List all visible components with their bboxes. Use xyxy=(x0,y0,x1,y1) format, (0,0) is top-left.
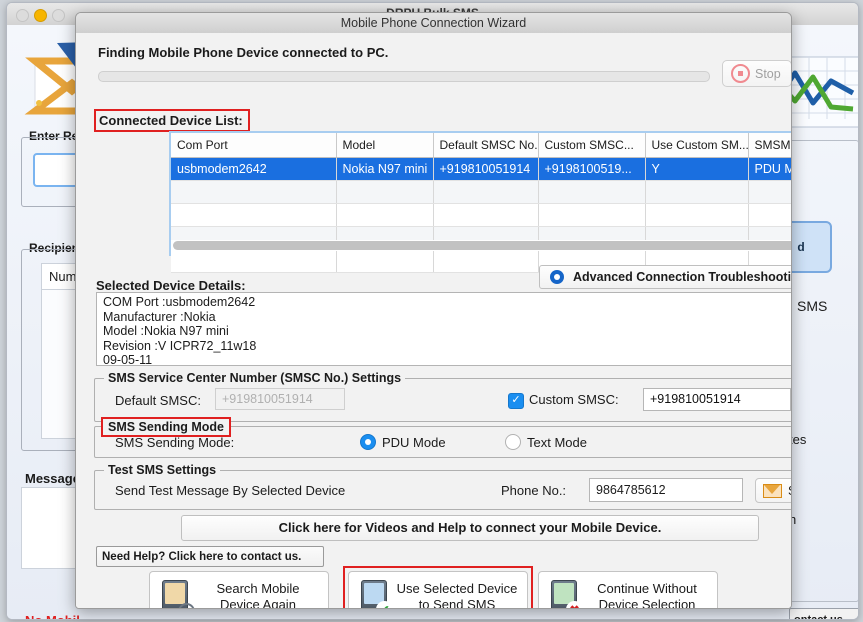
phone-cross-icon: ✖ xyxy=(551,580,583,608)
sms-sending-mode-legend: SMS Sending Mode xyxy=(101,417,231,437)
device-details-textarea[interactable]: COM Port :usbmodem2642 Manufacturer :Nok… xyxy=(96,292,791,366)
advanced-connection-troubleshooting-button[interactable]: Advanced Connection Troubleshooting xyxy=(539,265,792,289)
search-mobile-device-again-button[interactable]: Search Mobile Device Again xyxy=(149,571,329,609)
table-header-row: Com Port Model Default SMSC No. Custom S… xyxy=(171,133,791,158)
column-header-model[interactable]: Model xyxy=(336,133,434,158)
phone-no-label: Phone No.: xyxy=(501,483,567,498)
cell-model: Nokia N97 mini xyxy=(336,157,434,181)
continue-without-device-selection-button[interactable]: ✖ Continue Without Device Selection xyxy=(538,571,718,609)
mobile-phone-connection-wizard-dialog: Mobile Phone Connection Wizard Finding M… xyxy=(75,12,792,609)
custom-smsc-input[interactable]: +919810051914 xyxy=(643,388,791,411)
dialog-titlebar: Mobile Phone Connection Wizard xyxy=(76,13,791,34)
column-header-com-port[interactable]: Com Port xyxy=(171,133,337,158)
phone-search-icon xyxy=(162,580,195,608)
search-button-line2: Device Again xyxy=(220,597,296,609)
detail-manufacturer: Manufacturer :Nokia xyxy=(103,309,216,324)
test-sms-description: Send Test Message By Selected Device xyxy=(115,483,346,498)
table-row[interactable] xyxy=(171,203,791,227)
cell-custom-smsc: +9198100519... xyxy=(538,157,646,181)
continue-button-line1: Continue Without xyxy=(597,581,697,596)
need-help-contact-button[interactable]: Need Help? Click here to contact us. xyxy=(96,546,324,567)
radio-selected-icon xyxy=(360,434,376,450)
column-header-use-custom-smsc[interactable]: Use Custom SM... xyxy=(645,133,749,158)
smsc-settings-legend: SMS Service Center Number (SMSC No.) Set… xyxy=(104,371,406,385)
default-smsc-field: +919810051914 xyxy=(215,388,345,410)
use-button-line2: to Send SMS xyxy=(418,597,496,609)
device-table-horizontal-scrollbar[interactable] xyxy=(171,240,791,251)
bg-no-mobile-link[interactable]: No Mobil xyxy=(25,613,80,619)
connected-device-list-heading: Connected Device List: xyxy=(94,109,250,132)
stop-button[interactable]: Stop xyxy=(722,60,791,87)
bg-label-message: Message xyxy=(25,471,80,486)
cell-com-port: usbmodem2642 xyxy=(171,157,337,181)
stop-icon xyxy=(731,64,750,83)
detail-model: Model :Nokia N97 mini xyxy=(103,324,229,338)
use-selected-device-to-send-sms-button[interactable]: ✔ Use Selected Device to Send SMS xyxy=(348,571,528,609)
cell-sms-mode: PDU Mode xyxy=(748,157,791,181)
dialog-body: Finding Mobile Phone Device connected to… xyxy=(76,33,791,608)
send-test-sms-button[interactable]: Send xyxy=(755,478,791,503)
cell-default-smsc: +919810051914 xyxy=(433,157,539,181)
continue-button-line2: Device Selection xyxy=(598,597,696,609)
detail-revision: Revision :V ICPR72_11w18 xyxy=(103,338,257,353)
column-header-default-smsc[interactable]: Default SMSC No. xyxy=(433,133,539,158)
radio-pdu-mode[interactable]: PDU Mode xyxy=(360,434,446,450)
finding-device-status: Finding Mobile Phone Device connected to… xyxy=(98,45,389,60)
stop-button-label: Stop xyxy=(755,66,781,81)
search-progress-bar xyxy=(98,71,710,82)
radio-text-mode[interactable]: Text Mode xyxy=(505,434,587,450)
table-row[interactable] xyxy=(171,180,791,204)
test-sms-settings-group: Test SMS Settings Send Test Message By S… xyxy=(94,463,791,510)
dialog-title: Mobile Phone Connection Wizard xyxy=(340,16,527,30)
radio-pdu-mode-label: PDU Mode xyxy=(382,434,446,450)
bg-sms-text: SMS xyxy=(797,298,828,314)
selected-device-details-label: Selected Device Details: xyxy=(96,278,246,293)
custom-smsc-checkbox[interactable]: ✓ xyxy=(508,393,524,409)
videos-and-help-button[interactable]: Click here for Videos and Help to connec… xyxy=(181,515,759,541)
radio-unselected-icon xyxy=(505,434,521,450)
envelope-icon xyxy=(763,483,782,498)
default-smsc-label: Default SMSC: xyxy=(115,393,201,408)
table-row[interactable]: usbmodem2642 Nokia N97 mini +91981005191… xyxy=(171,157,791,181)
smsc-settings-group: SMS Service Center Number (SMSC No.) Set… xyxy=(94,371,791,422)
advanced-button-label: Advanced Connection Troubleshooting xyxy=(573,270,792,284)
search-button-line1: Search Mobile xyxy=(216,581,300,596)
gear-icon xyxy=(550,270,564,284)
sms-sending-mode-group: SMS Sending Mode SMS Sending Mode: PDU M… xyxy=(94,417,791,458)
custom-smsc-label: Custom SMSC: xyxy=(529,392,619,407)
connected-device-list-label: Connected Device List: xyxy=(94,109,250,132)
column-header-custom-smsc[interactable]: Custom SMSC... xyxy=(538,133,646,158)
send-button-label: Send xyxy=(788,484,791,498)
use-button-line1: Use Selected Device xyxy=(396,581,518,596)
connected-device-table[interactable]: Com Port Model Default SMSC No. Custom S… xyxy=(169,131,791,273)
sms-sending-mode-label: SMS Sending Mode: xyxy=(115,435,235,450)
bg-contact-button[interactable]: ontact us. xyxy=(789,608,858,619)
detail-com-port: COM Port :usbmodem2642 xyxy=(103,295,256,309)
phone-check-icon: ✔ xyxy=(361,580,393,608)
phone-no-input[interactable]: 9864785612 xyxy=(589,478,743,502)
test-sms-legend: Test SMS Settings xyxy=(104,463,221,477)
detail-date: 09-05-11 xyxy=(103,353,153,366)
cell-use-custom-smsc: Y xyxy=(645,157,749,181)
column-header-sms-mode[interactable]: SMSMode xyxy=(748,133,791,158)
radio-text-mode-label: Text Mode xyxy=(527,434,587,450)
